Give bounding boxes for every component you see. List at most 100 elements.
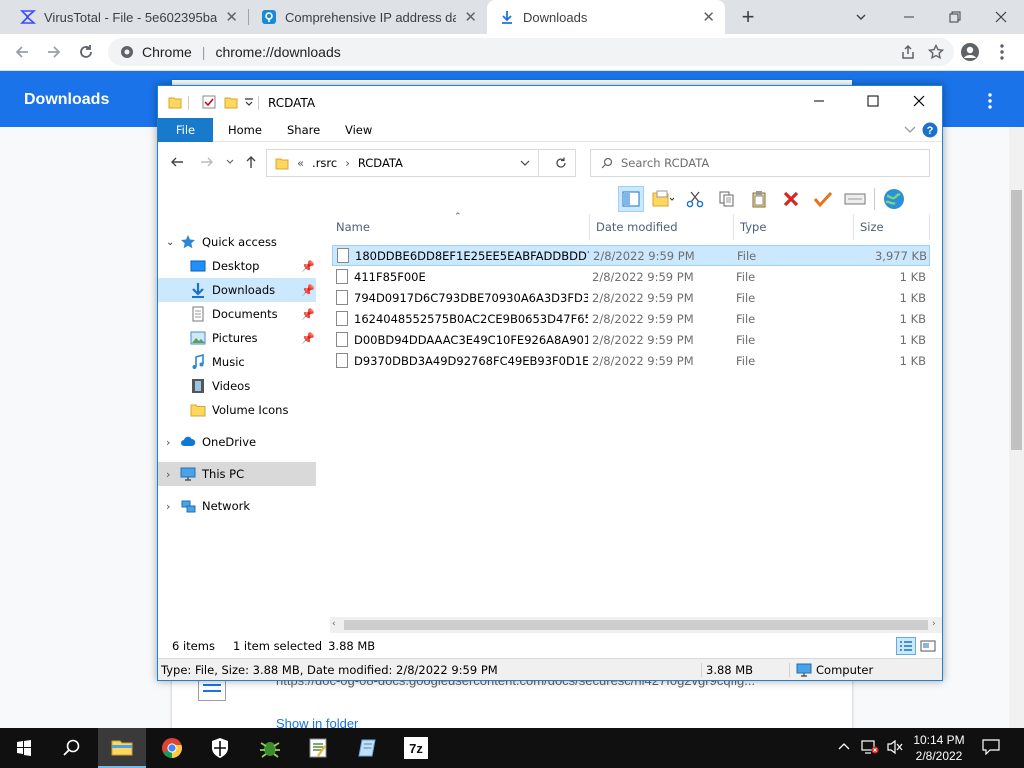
tab-search-icon[interactable] <box>838 0 884 34</box>
address-segment-rcdata[interactable]: RCDATA <box>358 156 403 170</box>
preview-pane-icon[interactable] <box>618 186 644 212</box>
explorer-close-button[interactable] <box>912 94 926 108</box>
explorer-maximize-button[interactable] <box>866 94 880 108</box>
scroll-right-icon[interactable]: › <box>932 619 936 629</box>
tab-ipinfo[interactable]: Comprehensive IP address data, I ✕ <box>249 0 487 34</box>
network-icon <box>180 498 196 514</box>
ribbon-tab-home[interactable]: Home <box>228 118 262 142</box>
search-box[interactable]: Search RCDATA <box>590 149 930 177</box>
delete-icon[interactable] <box>778 186 804 212</box>
address-overflow[interactable]: « <box>297 156 304 170</box>
nav-item-desktop[interactable]: Desktop 📌 <box>158 254 316 278</box>
nav-item-videos[interactable]: Videos <box>158 374 316 398</box>
nav-item-pictures[interactable]: Pictures 📌 <box>158 326 316 350</box>
new-tab-button[interactable]: + <box>736 4 760 30</box>
nav-item-music[interactable]: Music <box>158 350 316 374</box>
ribbon-tab-view[interactable]: View <box>345 118 372 142</box>
downloads-menu-icon[interactable] <box>978 89 1002 113</box>
start-icon[interactable] <box>0 728 48 768</box>
show-hidden-icons-icon[interactable] <box>838 740 850 752</box>
page-scrollbar-thumb[interactable] <box>1011 190 1022 450</box>
volume-muted-icon[interactable] <box>886 739 904 755</box>
properties-box-icon[interactable] <box>842 186 868 212</box>
column-date-modified[interactable]: Date modified <box>590 214 734 240</box>
customize-quick-access-icon[interactable] <box>244 97 254 107</box>
chrome-icon[interactable] <box>148 728 196 768</box>
close-tab-icon[interactable]: ✕ <box>464 8 477 26</box>
column-size[interactable]: Size <box>854 214 930 240</box>
view-options-icon[interactable] <box>650 186 676 212</box>
security-icon[interactable] <box>196 728 244 768</box>
close-tab-icon[interactable]: ✕ <box>225 8 238 26</box>
chevron-right-icon[interactable]: › <box>166 468 180 481</box>
chevron-right-icon[interactable]: › <box>345 156 350 170</box>
tab-downloads[interactable]: Downloads ✕ <box>487 0 725 34</box>
minimize-button[interactable] <box>886 0 932 34</box>
share-icon[interactable] <box>900 44 916 60</box>
address-bar[interactable]: « .rsrc › RCDATA <box>266 149 576 177</box>
nav-quick-access[interactable]: ⌄ Quick access <box>158 230 316 254</box>
clock[interactable]: 10:14 PM 2/8/2022 <box>910 732 968 764</box>
ribbon-tab-share[interactable]: Share <box>287 118 320 142</box>
scrollbar-thumb[interactable] <box>344 620 928 630</box>
new-folder-icon[interactable] <box>224 95 238 109</box>
nav-item-downloads[interactable]: Downloads 📌 <box>158 278 316 302</box>
nav-network[interactable]: › Network <box>158 494 316 518</box>
7zip-icon[interactable]: 7z <box>392 728 440 768</box>
notepad-icon[interactable] <box>294 728 342 768</box>
horizontal-scrollbar[interactable]: ‹ › <box>330 617 942 633</box>
omnibox[interactable]: Chrome | chrome://downloads <box>108 38 954 66</box>
file-row[interactable]: D00BD94DDAAAC3E49C10FE926A8A901E 2/8/202… <box>332 329 930 350</box>
file-name: 1624048552575B0AC2CE9B0653D47F65 <box>354 311 588 326</box>
address-history-icon[interactable] <box>512 150 539 176</box>
forward-icon[interactable] <box>42 40 66 64</box>
reload-icon[interactable] <box>74 40 98 64</box>
file-row[interactable]: 794D0917D6C793DBE70930A6A3D3FD3D 2/8/202… <box>332 287 930 308</box>
explorer-minimize-button[interactable] <box>812 94 826 108</box>
column-type[interactable]: Type <box>734 214 854 240</box>
rename-check-icon[interactable] <box>810 186 836 212</box>
properties-icon[interactable] <box>202 95 216 109</box>
search-icon[interactable] <box>48 728 96 768</box>
bookmark-star-icon[interactable] <box>928 44 944 60</box>
chevron-right-icon[interactable]: › <box>166 500 180 513</box>
notifications-icon[interactable] <box>982 739 1000 755</box>
tab-virustotal[interactable]: VirusTotal - File - 5e602395ba49f ✕ <box>8 0 248 34</box>
help-icon[interactable]: ? <box>922 122 938 138</box>
nav-this-pc[interactable]: › This PC <box>158 462 316 486</box>
chevron-down-icon[interactable]: ⌄ <box>166 237 180 248</box>
nav-item-documents[interactable]: Documents 📌 <box>158 302 316 326</box>
file-row[interactable]: 180DDBE6DD8EF1E25EE5EABFADDBDD75... 2/8/… <box>332 245 930 266</box>
close-tab-icon[interactable]: ✕ <box>702 8 715 26</box>
refresh-icon[interactable] <box>547 157 575 169</box>
chevron-right-icon[interactable]: › <box>166 436 180 449</box>
up-one-level-icon[interactable] <box>244 155 258 169</box>
address-segment-rsrc[interactable]: .rsrc <box>312 156 337 170</box>
bug-tool-icon[interactable] <box>246 728 294 768</box>
chrome-menu-icon[interactable] <box>990 40 1014 64</box>
file-row[interactable]: D9370DBD3A49D92768FC49EB93F0D1ED... 2/8/… <box>332 350 930 371</box>
scroll-left-icon[interactable]: ‹ <box>332 619 336 629</box>
explorer-back-icon[interactable] <box>170 155 184 169</box>
editor-icon[interactable] <box>344 728 392 768</box>
profile-avatar-icon[interactable] <box>958 40 982 64</box>
restore-button[interactable] <box>932 0 978 34</box>
file-explorer-icon[interactable] <box>98 728 146 768</box>
network-status-icon[interactable] <box>861 739 879 755</box>
file-row[interactable]: 411F85F00E 2/8/2022 9:59 PM File 1 KB <box>332 266 930 287</box>
details-view-icon[interactable] <box>896 637 916 655</box>
nav-onedrive[interactable]: › OneDrive <box>158 430 316 454</box>
close-window-button[interactable] <box>978 0 1024 34</box>
file-row[interactable]: 1624048552575B0AC2CE9B0653D47F65 2/8/202… <box>332 308 930 329</box>
globe-icon[interactable] <box>881 186 907 212</box>
large-icons-view-icon[interactable] <box>920 639 936 653</box>
explorer-forward-icon[interactable] <box>200 155 214 169</box>
back-icon[interactable] <box>10 40 34 64</box>
recent-locations-icon[interactable] <box>226 158 234 166</box>
ribbon-tab-file[interactable]: File <box>158 118 213 142</box>
cut-icon[interactable] <box>682 186 708 212</box>
paste-icon[interactable] <box>746 186 772 212</box>
expand-ribbon-icon[interactable] <box>904 125 916 135</box>
copy-icon[interactable] <box>714 186 740 212</box>
nav-item-volume-icons[interactable]: Volume Icons <box>158 398 316 422</box>
